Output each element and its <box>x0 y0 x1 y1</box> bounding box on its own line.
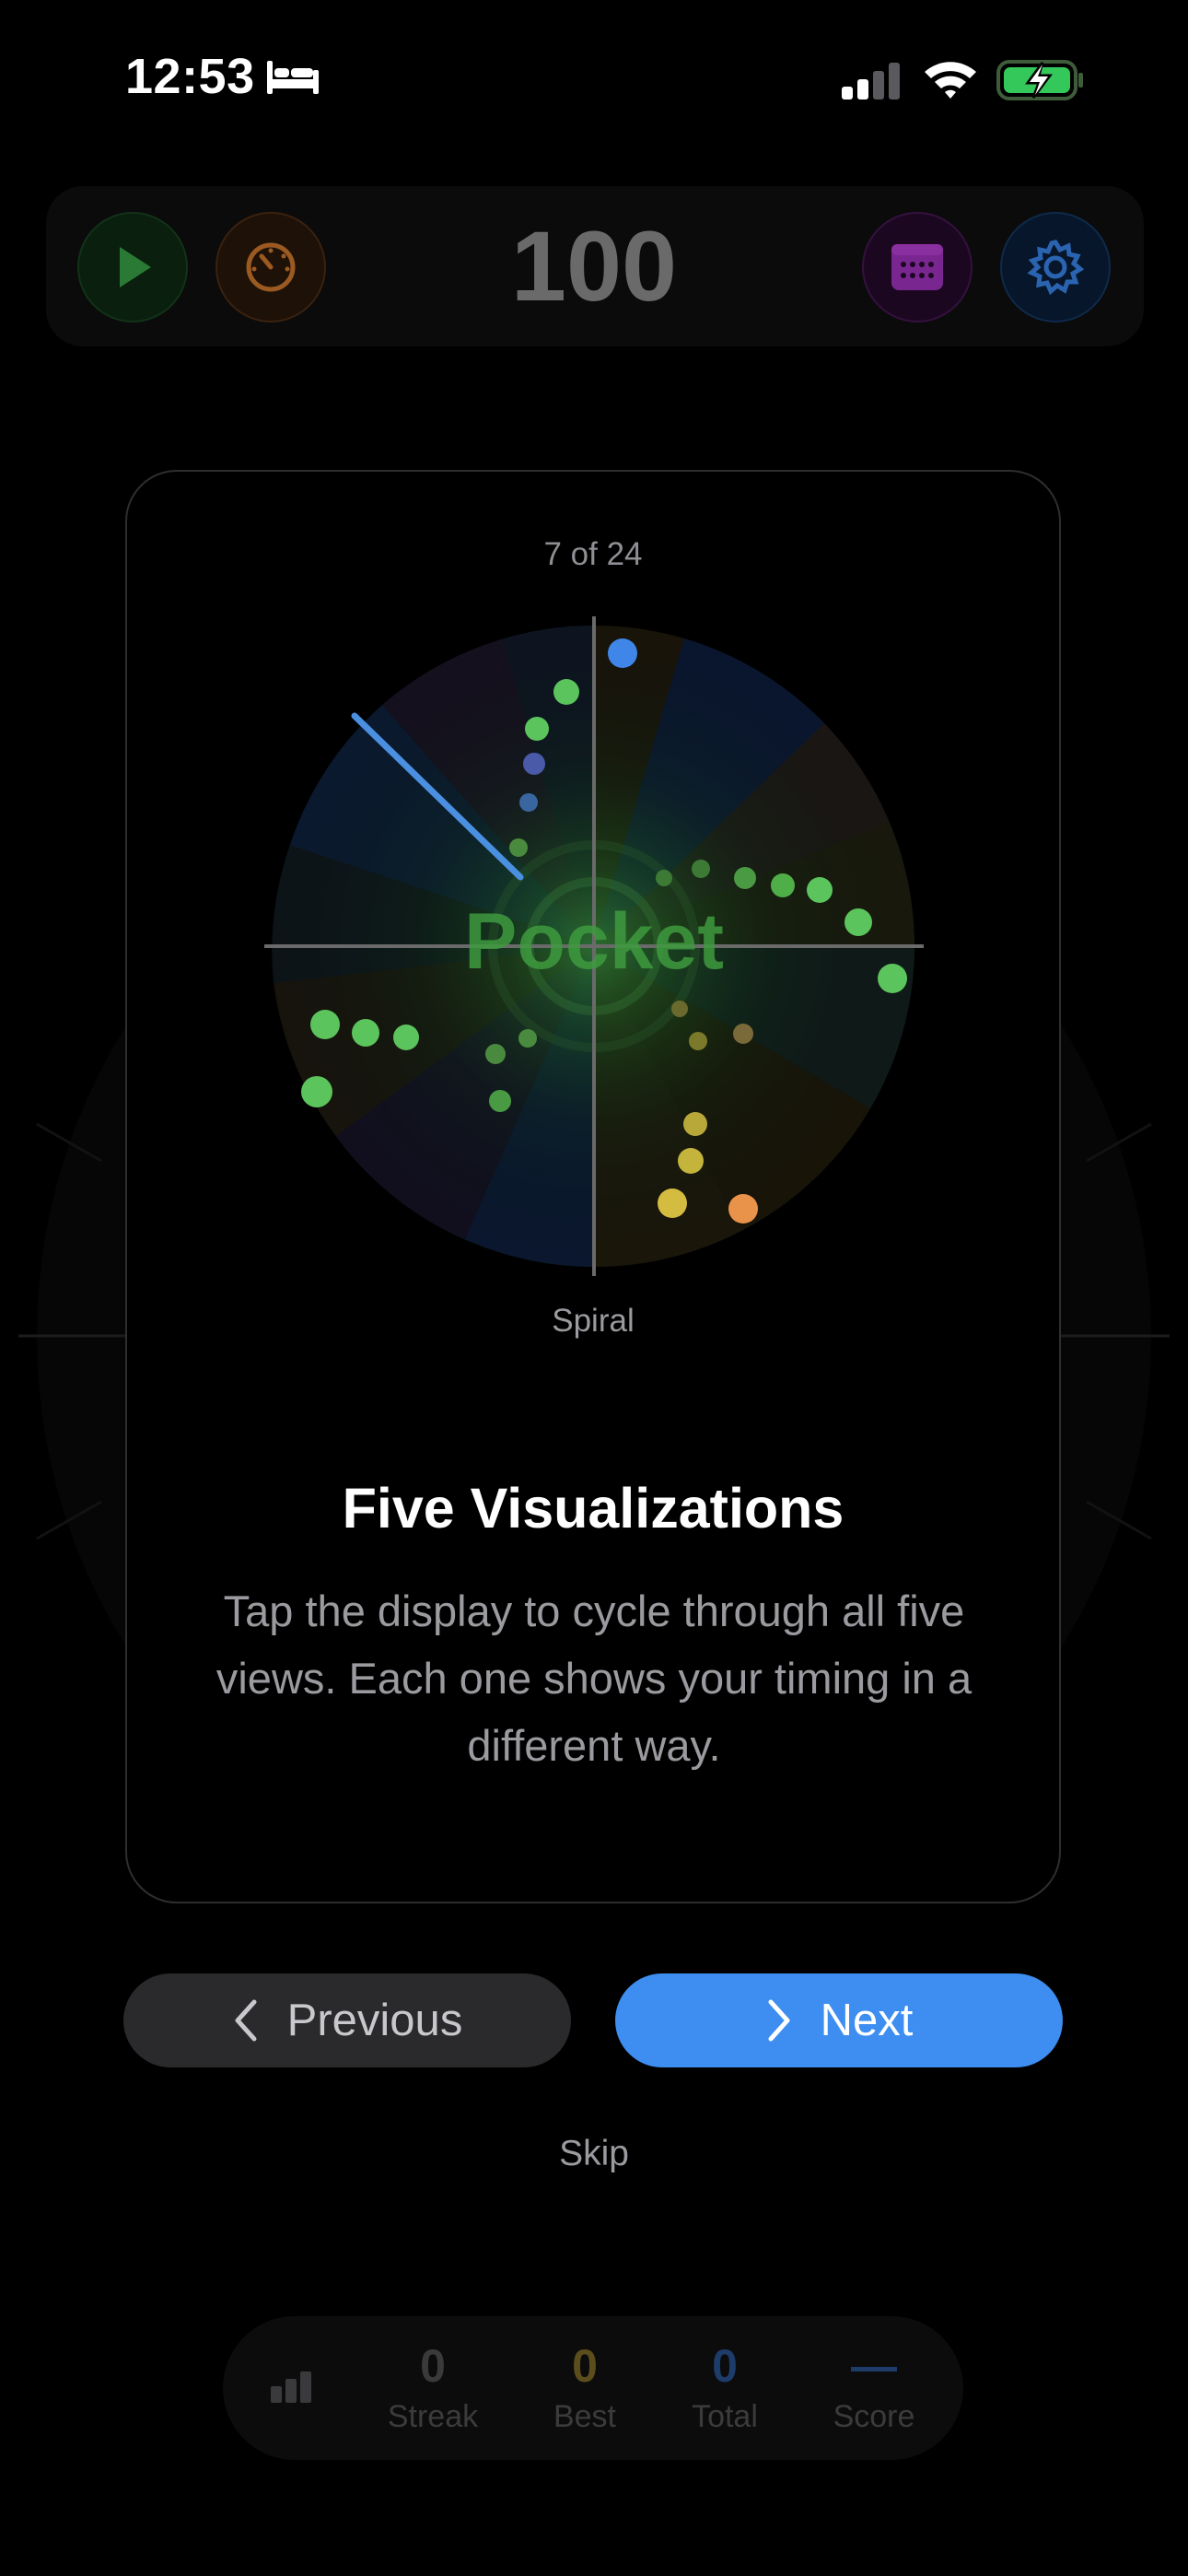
stat-score-label: Score <box>833 2399 915 2434</box>
stat-best-label: Best <box>553 2399 617 2434</box>
card-title: Five Visualizations <box>342 1477 844 1540</box>
wifi-icon <box>925 62 976 99</box>
previous-button[interactable]: Previous <box>123 1973 571 2067</box>
stat-streak: 0 Streak <box>364 2340 502 2435</box>
stat-total-value: 0 <box>712 2340 738 2392</box>
next-button-label: Next <box>820 1996 914 2045</box>
stat-streak-label: Streak <box>387 2399 479 2434</box>
play-icon <box>120 247 151 287</box>
chevron-right-icon <box>768 1999 790 2042</box>
step-counter: 7 of 24 <box>543 536 643 572</box>
bed-icon <box>267 61 319 94</box>
visualization-center-label: Pocket <box>464 897 724 986</box>
stat-best-value: 0 <box>572 2340 598 2392</box>
settings-button[interactable] <box>1000 212 1111 322</box>
calendar-icon <box>891 244 943 290</box>
stat-streak-value: 0 <box>420 2340 446 2392</box>
speedometer-icon <box>246 242 296 292</box>
visualization-name: Spiral <box>552 1303 635 1339</box>
battery-charging-icon <box>996 60 1083 100</box>
status-time: 12:53 <box>125 49 255 104</box>
stat-score-value: — <box>851 2340 897 2392</box>
score-display: 100 <box>510 210 678 322</box>
gear-icon <box>1027 240 1085 296</box>
skip-link[interactable]: Skip <box>502 2134 686 2174</box>
play-button[interactable] <box>77 212 188 322</box>
spiral-visualization[interactable]: Pocket <box>258 610 930 1282</box>
bar-chart-icon[interactable] <box>269 2368 315 2405</box>
previous-button-label: Previous <box>286 1996 463 2045</box>
card-description: Tap the display to cycle through all fiv… <box>215 1587 973 1770</box>
stat-score: — Score <box>805 2340 943 2435</box>
cellular-signal-icon <box>842 63 900 100</box>
next-button[interactable]: Next <box>615 1973 1063 2067</box>
stat-best: 0 Best <box>516 2340 654 2435</box>
calendar-button[interactable] <box>862 212 973 322</box>
stat-total: 0 Total <box>656 2340 794 2435</box>
chevron-left-icon <box>235 1999 257 2042</box>
stat-total-label: Total <box>692 2399 758 2434</box>
speed-button[interactable] <box>215 212 326 322</box>
